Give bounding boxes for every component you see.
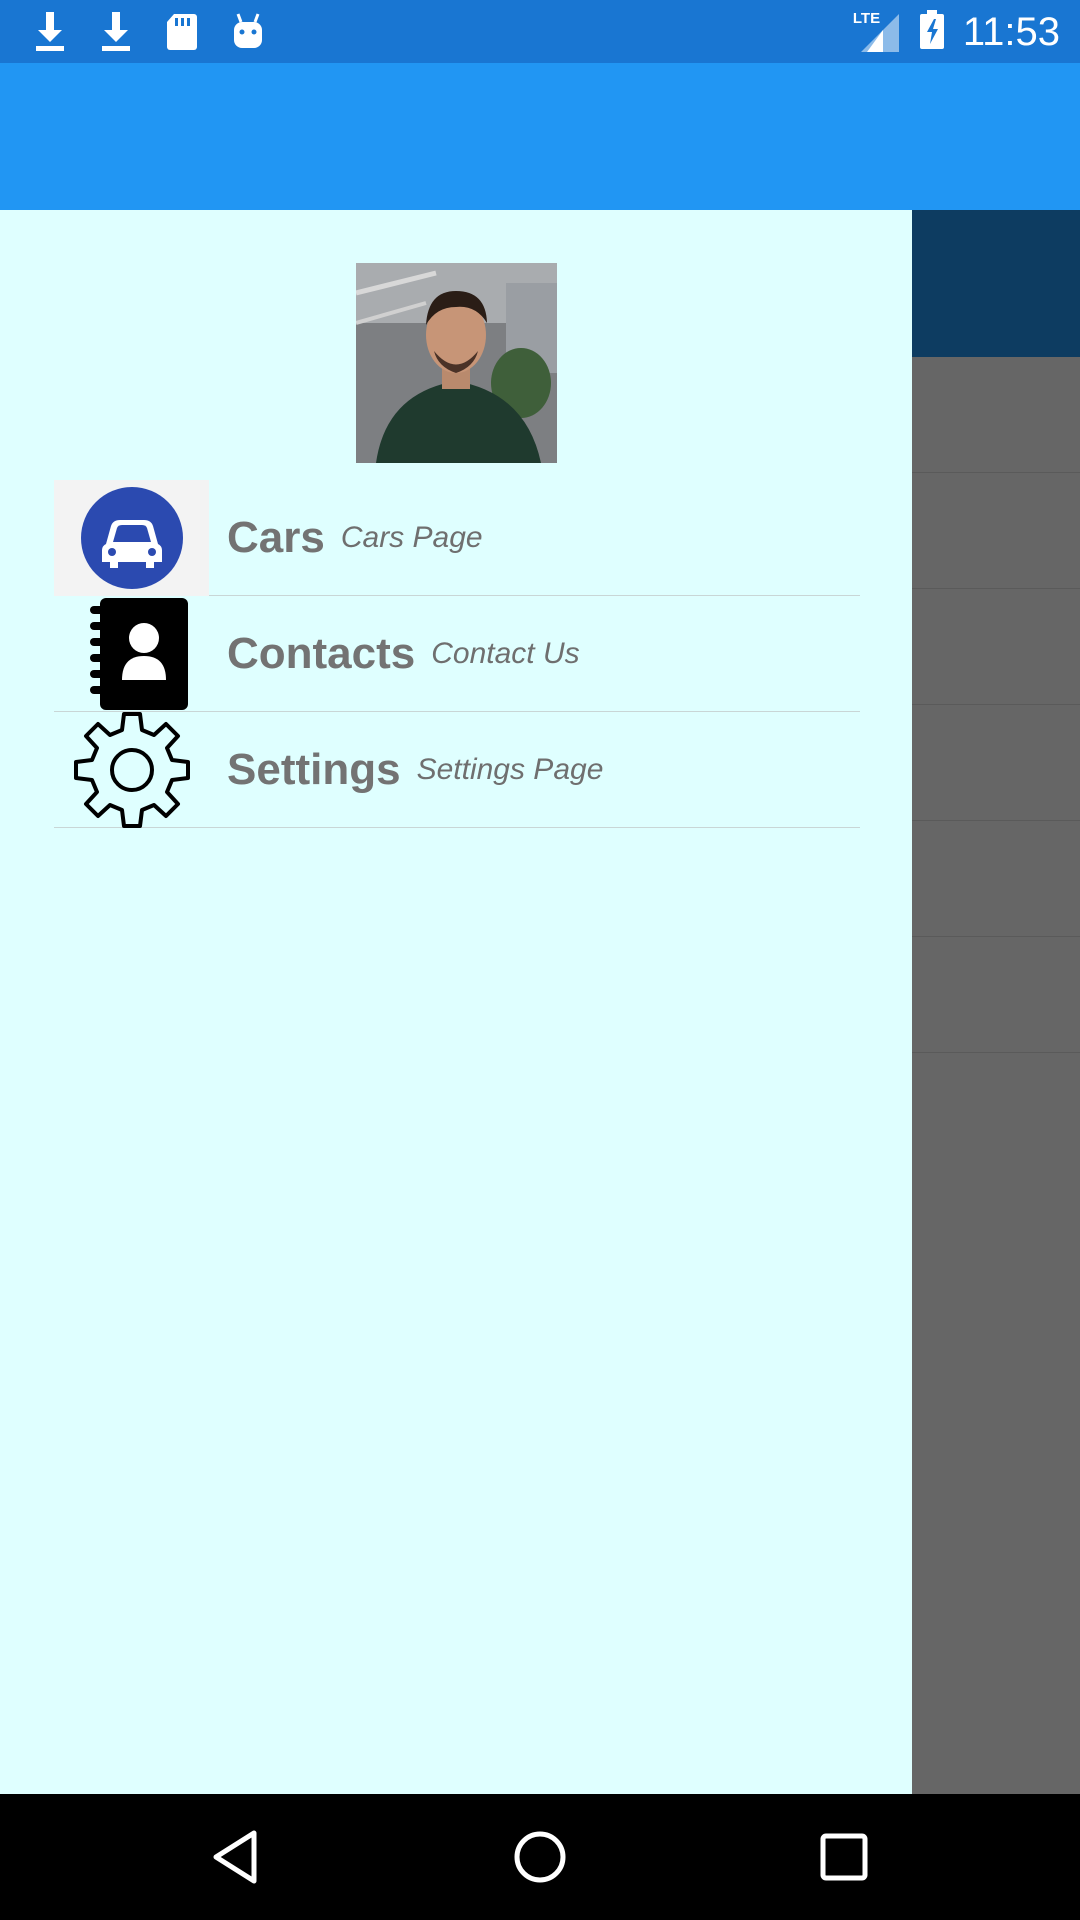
menu-item-title: Settings [227, 744, 401, 794]
status-right: LTE 11:53 [853, 8, 1060, 56]
menu-item-subtitle: Settings Page [416, 752, 604, 786]
lte-signal-icon: LTE [853, 10, 901, 54]
notification-icons [30, 10, 268, 54]
menu-item-contacts[interactable]: Contacts Contact Us [54, 596, 860, 712]
menu-item-cars[interactable]: Cars Cars Page [54, 479, 860, 596]
avatar[interactable] [356, 263, 557, 463]
drawer-menu: Cars Cars Page Contacts Contact Us Setti… [54, 479, 860, 828]
network-label: LTE [852, 10, 881, 27]
gear-icon [54, 711, 209, 828]
clock: 11:53 [962, 9, 1060, 54]
system-navigation-bar [0, 1794, 1080, 1920]
drawer-scrim[interactable] [912, 357, 1080, 1794]
background-page-header [912, 210, 1080, 357]
download-icon [30, 10, 70, 54]
status-bar: LTE 11:53 [0, 0, 1080, 63]
download-icon [96, 10, 136, 54]
android-icon [228, 10, 268, 54]
menu-item-title: Contacts [227, 628, 416, 678]
recents-icon[interactable] [814, 1827, 874, 1887]
profile-photo [356, 263, 557, 463]
battery-charging-icon [919, 9, 945, 55]
contacts-book-icon [54, 596, 209, 712]
home-icon[interactable] [510, 1827, 570, 1887]
menu-item-subtitle: Contact Us [431, 636, 580, 670]
menu-item-settings[interactable]: Settings Settings Page [54, 711, 860, 828]
back-icon[interactable] [206, 1827, 266, 1887]
menu-item-subtitle: Cars Page [340, 520, 483, 554]
navigation-drawer: Cars Cars Page Contacts Contact Us Setti… [0, 210, 912, 1794]
menu-item-title: Cars [227, 512, 325, 562]
sd-card-icon [162, 10, 202, 54]
app-bar [0, 63, 1080, 210]
car-icon [54, 479, 209, 596]
